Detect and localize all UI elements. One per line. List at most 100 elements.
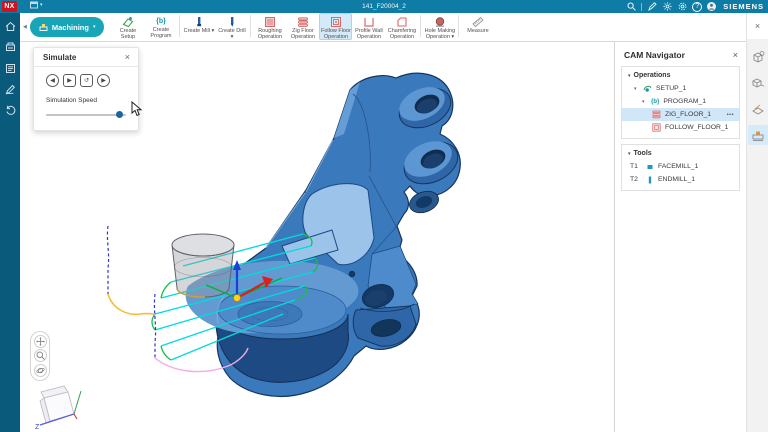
step-back-button[interactable]: ◀ [46, 74, 59, 87]
divider [250, 15, 251, 37]
create-mill-icon [193, 16, 205, 28]
divider [34, 66, 138, 67]
measure-icon [472, 16, 484, 28]
nx-app-window: NX ▾ 141_F20004_2 ? SIEMENS [0, 0, 768, 432]
tree-row-program[interactable]: ▾ {b} PROGRAM_1 [622, 95, 739, 108]
part-model [186, 73, 465, 396]
zoom-button[interactable] [34, 349, 47, 362]
follow-floor-icon [652, 123, 661, 132]
tools-section-header[interactable]: ▾ Tools [622, 148, 739, 160]
view-cube-icon[interactable] [748, 47, 768, 67]
ribbon-collapse-icon[interactable]: ◀ [23, 24, 27, 30]
caret-down-icon[interactable]: ▾ [634, 86, 639, 92]
step-forward-button[interactable]: ▶ [97, 74, 110, 87]
roughing-operation-icon [264, 16, 276, 28]
simulate-panel: Simulate × ◀ ▶ ↺ ▶ Simulation Speed [33, 47, 139, 131]
ribbon-item-create-mill[interactable]: Create Mill ▾ [182, 13, 215, 40]
preferences-icon[interactable] [677, 2, 687, 12]
play-to-next-button[interactable]: ▶ [63, 74, 76, 87]
mouse-cursor [131, 101, 143, 117]
section-plane-icon[interactable] [748, 99, 768, 119]
slider-track [46, 114, 126, 116]
divider [641, 3, 642, 11]
ribbon-item-follow-floor-operation[interactable]: Follow Floor Operation [319, 13, 352, 40]
ribbon-item-roughing-operation[interactable]: Roughing Operation [253, 13, 286, 40]
ribbon-item-hole-making-operation[interactable]: Hole Making Operation ▾ [423, 13, 456, 40]
divider [458, 15, 459, 37]
machining-icon [39, 23, 48, 32]
ribbon-items: Create Setup {b} Create Program Create M… [111, 13, 494, 41]
tree-row-tool-1[interactable]: T1 FACEMILL_1 [622, 160, 739, 173]
assemblies-icon[interactable] [748, 73, 768, 93]
ribbon-item-create-setup[interactable]: Create Setup [111, 13, 144, 40]
close-icon[interactable]: × [125, 53, 130, 62]
cam-navigator-title: CAM Navigator [624, 50, 685, 60]
chevron-down-icon: ▾ [93, 24, 96, 30]
worklist-icon[interactable] [4, 62, 16, 74]
simulate-panel-title: Simulate [43, 53, 76, 62]
close-icon[interactable]: × [733, 51, 738, 60]
right-icon-strip: × [746, 13, 768, 432]
setup-icon [643, 84, 652, 93]
divider [179, 15, 180, 37]
titlebar: NX ▾ 141_F20004_2 ? SIEMENS [0, 0, 768, 13]
facemill-icon [646, 163, 654, 171]
ribbon-item-zig-floor-operation[interactable]: Zig Floor Operation [286, 13, 319, 40]
cam-navigator-panel: CAM Navigator × ▾ Operations ▾ SETUP_1 ▾… [614, 42, 746, 432]
caret-down-icon: ▾ [628, 73, 631, 79]
caret-down-icon: ▾ [628, 151, 631, 157]
tree-row-tool-2[interactable]: T2 ENDMILL_1 [622, 173, 739, 186]
ribbon-item-create-program[interactable]: {b} Create Program [144, 13, 177, 40]
tool-cylinder [172, 234, 234, 297]
operations-section-header[interactable]: ▾ Operations [622, 70, 739, 82]
help-icon[interactable]: ? [692, 2, 702, 12]
simulation-speed-knob[interactable] [116, 111, 123, 118]
ribbon-item-measure[interactable]: Measure [461, 13, 494, 40]
feedback-icon[interactable] [647, 2, 657, 12]
caret-down-icon[interactable]: ▾ [642, 99, 647, 105]
left-toolbar [0, 13, 20, 432]
pan-button[interactable] [34, 335, 47, 348]
machining-tab-label: Machining [52, 23, 89, 32]
machine-icon[interactable] [4, 41, 16, 53]
create-setup-icon [122, 16, 134, 28]
graphics-viewport[interactable]: Z Simulate × ◀ ▶ ↺ ▶ Simulation Speed [20, 42, 614, 432]
markup-icon[interactable] [4, 83, 16, 95]
ribbon-item-create-drill[interactable]: Create Drill ▾ [215, 13, 248, 40]
viewcube-z-label: Z [35, 424, 40, 431]
more-menu-icon[interactable]: ••• [727, 112, 734, 118]
close-icon[interactable]: × [755, 21, 760, 31]
simulation-speed-label: Simulation Speed [46, 97, 138, 104]
reset-button[interactable]: ↺ [80, 74, 93, 87]
endmill-icon [646, 176, 654, 184]
program-icon: {b} [651, 99, 659, 105]
orbit-button[interactable] [34, 364, 47, 377]
chamfering-operation-icon [396, 16, 408, 28]
cam-navigator-icon[interactable] [748, 125, 768, 145]
zig-floor-operation-icon [297, 16, 309, 28]
hole-making-operation-icon [434, 16, 446, 28]
tools-tree: ▾ Tools T1 FACEMILL_1 T2 ENDMILL_1 [621, 144, 740, 191]
ribbon-item-chamfering-operation[interactable]: Chamfering Operation [385, 13, 418, 40]
ribbon: ◀ Machining ▾ Create Setup {b} Create Pr… [20, 13, 746, 42]
follow-floor-operation-icon [330, 16, 342, 28]
operations-tree: ▾ Operations ▾ SETUP_1 ▾ {b} PROGRAM_1 Z… [621, 66, 740, 139]
view-cube[interactable]: Z [34, 384, 86, 432]
tree-row-follow-floor[interactable]: FOLLOW_FLOOR_1 [622, 121, 739, 134]
machining-tab[interactable]: Machining ▾ [30, 17, 105, 37]
create-drill-icon [226, 16, 238, 28]
zig-floor-icon [652, 110, 661, 119]
profile-wall-operation-icon [363, 16, 375, 28]
simulation-speed-slider[interactable] [46, 111, 126, 118]
undo-icon[interactable] [4, 104, 16, 116]
ribbon-item-profile-wall-operation[interactable]: Profile Wall Operation [352, 13, 385, 40]
siemens-logo: SIEMENS [723, 2, 764, 11]
tree-row-setup[interactable]: ▾ SETUP_1 [622, 82, 739, 95]
create-program-icon: {b} [156, 16, 166, 27]
avatar[interactable] [707, 2, 716, 11]
divider [420, 15, 421, 37]
home-icon[interactable] [4, 20, 16, 32]
search-icon[interactable] [626, 2, 636, 12]
tree-row-zig-floor[interactable]: ZIG_FLOOR_1 ••• [622, 108, 739, 121]
settings-icon[interactable] [662, 2, 672, 12]
